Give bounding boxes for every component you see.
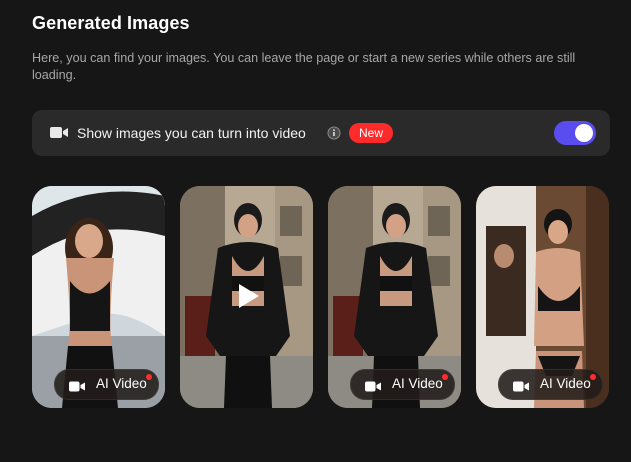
notification-dot bbox=[590, 374, 596, 380]
ai-video-button[interactable]: AI Video bbox=[54, 369, 159, 400]
ai-video-label: AI Video bbox=[392, 376, 443, 391]
ai-video-label: AI Video bbox=[96, 376, 147, 391]
ai-video-button[interactable]: AI Video bbox=[350, 369, 455, 400]
video-filter-bar: Show images you can turn into video New bbox=[32, 110, 610, 156]
video-camera-icon bbox=[69, 379, 85, 397]
video-camera-icon bbox=[50, 126, 68, 144]
video-camera-icon bbox=[365, 379, 381, 397]
new-badge: New bbox=[349, 123, 394, 143]
ai-video-button[interactable]: AI Video bbox=[498, 369, 603, 400]
ai-video-label: AI Video bbox=[540, 376, 591, 391]
filter-label: Show images you can turn into video bbox=[77, 125, 306, 141]
image-card-2[interactable] bbox=[180, 186, 313, 408]
page-description: Here, you can find your images. You can … bbox=[32, 51, 576, 82]
notification-dot bbox=[442, 374, 448, 380]
toggle-knob bbox=[575, 124, 593, 142]
image-card-3[interactable]: AI Video bbox=[328, 186, 461, 408]
image-card-1[interactable]: AI Video bbox=[32, 186, 165, 408]
video-filter-toggle[interactable] bbox=[554, 121, 596, 145]
notification-dot bbox=[146, 374, 152, 380]
info-icon[interactable] bbox=[327, 126, 341, 145]
video-camera-icon bbox=[513, 379, 529, 397]
image-card-4[interactable]: AI Video bbox=[476, 186, 609, 408]
play-icon[interactable] bbox=[231, 280, 263, 317]
page-title: Generated Images bbox=[32, 13, 190, 33]
